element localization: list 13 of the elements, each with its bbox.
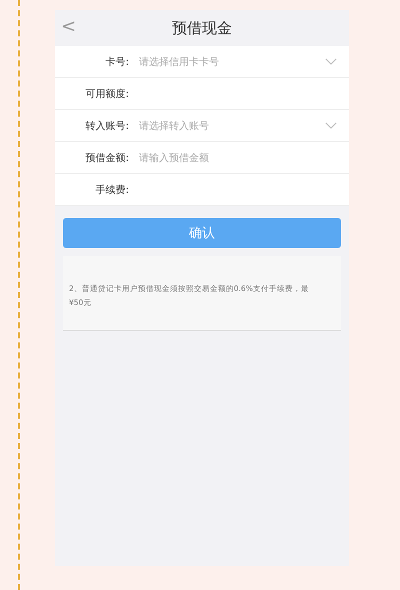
back-button[interactable]: < [61,16,76,37]
field-label: 预借金额: [84,152,129,164]
field-label: 可用额度: [84,88,129,100]
page-title: 预借现金 [172,18,232,38]
input-field[interactable]: 请输入预借金额 [139,150,337,164]
select-field[interactable]: 请选择转入账号 [139,118,325,132]
select-field[interactable]: 请选择信用卡卡号 [139,54,325,68]
field-label: 卡号: [104,56,129,68]
field-label: 转入账号: [84,120,129,132]
confirm-button[interactable]: 确认 [63,218,341,248]
field-label: 手续费: [94,184,129,196]
chevron-down-icon[interactable] [325,58,337,65]
chevron-down-icon[interactable] [325,122,337,129]
